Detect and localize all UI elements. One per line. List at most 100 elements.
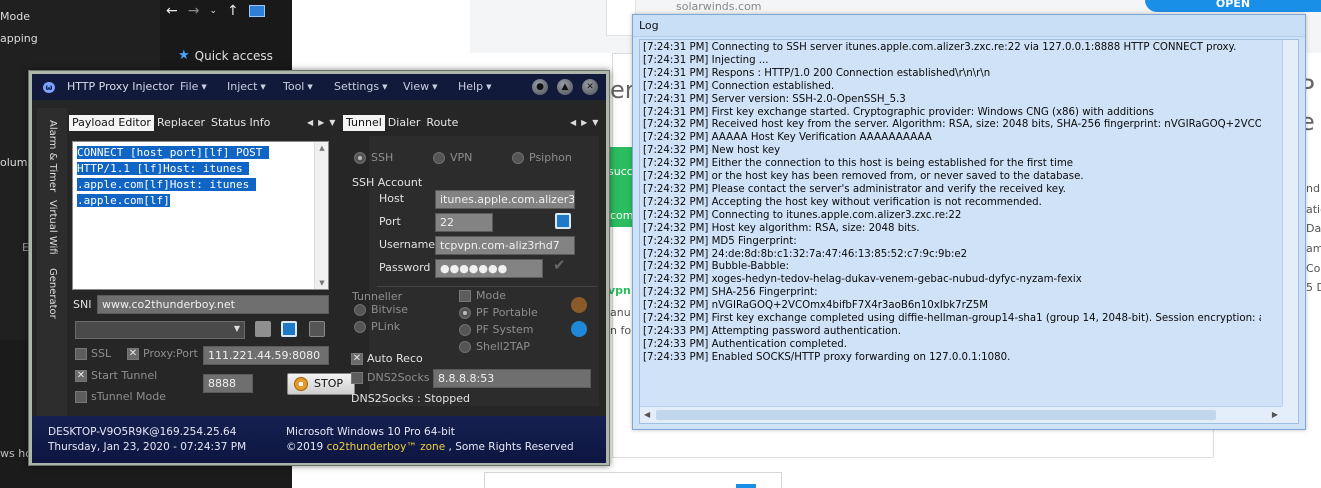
web-text-fragment: Dat — [1306, 222, 1321, 235]
payload-select[interactable]: ▼ — [75, 321, 245, 339]
close-icon[interactable]: ✕ — [582, 79, 598, 95]
sni-input[interactable]: www.co2thunderboy.net — [97, 295, 329, 314]
protocol-ssh-radio[interactable] — [354, 152, 366, 164]
sni-label: SNI — [73, 298, 92, 311]
explorer-toolbar: ← → ⌄ ↑ — [160, 0, 292, 22]
brand-link[interactable]: co2thunderboy™ zone — [327, 441, 446, 453]
scroll-right-icon[interactable]: ▶ — [1272, 410, 1278, 419]
mode-shell2tap-label: Shell2TAP — [476, 340, 530, 353]
forward-arrow-icon[interactable]: → — [188, 3, 200, 19]
scroll-left-icon[interactable]: ◀ — [644, 410, 650, 419]
hat-icon[interactable] — [309, 321, 325, 337]
open-button[interactable]: OPEN — [1145, 0, 1321, 12]
save-icon[interactable] — [555, 213, 571, 229]
tunneller-bitvise-radio[interactable] — [354, 304, 366, 316]
explorer-nav-item[interactable]: apping — [0, 32, 38, 45]
mode-shell2tap-radio[interactable] — [459, 341, 471, 353]
stunnel-mode-label: sTunnel Mode — [91, 390, 166, 403]
mode-pf-system-label: PF System — [476, 323, 534, 336]
up-arrow-icon[interactable]: ↑ — [227, 3, 239, 19]
log-titlebar[interactable]: Log — [633, 15, 1305, 37]
side-tab-generator[interactable]: Generator — [47, 268, 58, 319]
back-arrow-icon[interactable]: ← — [166, 3, 178, 19]
username-input[interactable]: tcpvpn.com-aliz3rhd7 — [435, 236, 575, 255]
menu-settings[interactable]: Settings ▼ — [334, 80, 388, 93]
log-line: [7:24:31 PM] Connecting to SSH server it… — [643, 42, 1237, 53]
payload-editor[interactable]: CONNECT [host_port][lf] POST HTTP/1.1 [l… — [72, 141, 329, 290]
auto-reco-checkbox[interactable]: ✕ — [351, 353, 363, 365]
tunneller-plink-radio[interactable] — [354, 321, 366, 333]
menu-view[interactable]: View ▼ — [403, 80, 438, 93]
protocol-psiphon-radio[interactable] — [512, 152, 524, 164]
proxy-port-input[interactable]: 111.221.44.59:8080 — [203, 346, 329, 365]
log-text-area[interactable]: [7:24:31 PM] Connecting to SSH server it… — [639, 39, 1299, 424]
host-input[interactable]: itunes.apple.com.alizer3.zx — [435, 190, 575, 209]
tunneller-label: Tunneller — [352, 290, 403, 303]
maximize-icon[interactable]: ▲ — [557, 79, 573, 95]
minimize-icon[interactable]: ● — [532, 79, 548, 95]
tab-scroll-arrows-icon[interactable]: ◀▶▼ — [307, 118, 340, 127]
refresh-icon[interactable] — [571, 321, 587, 337]
log-line: [7:24:31 PM] First key exchange started.… — [643, 106, 1154, 118]
log-line: [7:24:31 PM] Respons : HTTP/1.0 200 Conn… — [643, 67, 991, 79]
tab-scroll-arrows-icon[interactable]: ◀▶▼ — [570, 118, 603, 127]
log-horizontal-scrollbar[interactable]: ◀ ▶ — [640, 406, 1282, 423]
side-tab-alarm-timer[interactable]: Alarm & Timer — [47, 120, 58, 192]
port-input[interactable]: 22 — [435, 213, 493, 232]
dns-input[interactable]: 8.8.8.8:53 — [433, 369, 591, 388]
payload-scrollbar[interactable]: ▲ ▼ — [314, 142, 328, 289]
menu-tool[interactable]: Tool ▼ — [283, 80, 313, 93]
shield-icon[interactable] — [571, 297, 587, 313]
injector-titlebar[interactable]: ω HTTP Proxy Injector File ▼ Inject ▼ Tool… — [32, 74, 606, 100]
tab-route[interactable]: Route — [423, 115, 461, 131]
document-icon[interactable] — [255, 321, 271, 337]
web-text-fragment: am — [1306, 242, 1321, 255]
checkmark-icon[interactable]: ✔ — [553, 256, 566, 274]
dropdown-chevron-icon[interactable]: ⌄ — [209, 6, 217, 16]
proxy-port-checkbox[interactable]: ✕ — [127, 348, 139, 360]
web-bottom-icon — [736, 484, 756, 488]
save-icon[interactable] — [281, 321, 297, 337]
log-line: [7:24:32 PM] SHA-256 Fingerprint: — [643, 287, 818, 299]
quick-access-label: Quick access — [194, 48, 273, 63]
menu-inject[interactable]: Inject ▼ — [227, 80, 266, 93]
menu-help[interactable]: Help ▼ — [458, 80, 491, 93]
tab-status-info[interactable]: Status Info — [208, 115, 273, 131]
quick-access-item[interactable]: ★ Quick access — [178, 48, 273, 63]
mode-pf-system-radio[interactable] — [459, 324, 471, 336]
mode-checkbox[interactable] — [459, 290, 471, 302]
web-url-fragment[interactable]: solarwinds.com — [676, 0, 762, 13]
dropdown-arrow-icon: ▼ — [260, 83, 266, 91]
stop-button[interactable]: STOP — [287, 373, 355, 395]
protocol-vpn-radio[interactable] — [433, 152, 445, 164]
tab-payload-editor[interactable]: Payload Editor — [69, 115, 154, 131]
start-tunnel-label: Start Tunnel — [91, 369, 158, 382]
password-input[interactable]: ●●●●●●● — [435, 259, 543, 278]
ssl-checkbox[interactable] — [75, 348, 87, 360]
web-text-fragment: com — [610, 209, 634, 222]
log-line: [7:24:32 PM] Bubble-Babble: — [643, 261, 790, 273]
tab-dialer[interactable]: Dialer — [385, 115, 424, 131]
local-port-input[interactable]: 8888 — [203, 374, 253, 393]
scroll-thumb[interactable] — [656, 410, 1216, 420]
stunnel-mode-checkbox[interactable] — [75, 391, 87, 403]
tab-replacer[interactable]: Replacer — [154, 115, 208, 131]
injector-footer: DESKTOP-V9O5R9K@169.254.25.64 Thursday, … — [32, 416, 606, 463]
tab-tunnel[interactable]: Tunnel — [343, 115, 385, 131]
explorer-nav-item[interactable]: Mode — [0, 10, 30, 23]
payload-text[interactable]: CONNECT [host_port][lf] POST HTTP/1.1 [l… — [77, 145, 311, 209]
dropdown-arrow-icon: ▼ — [201, 83, 207, 91]
start-tunnel-checkbox[interactable]: ✕ — [75, 370, 87, 382]
password-label: Password — [379, 261, 431, 274]
log-vertical-scrollbar[interactable] — [1282, 40, 1298, 406]
menu-file[interactable]: File ▼ — [180, 80, 207, 93]
side-tab-virtual-wifi[interactable]: Virtual Wifi — [47, 200, 58, 255]
copyright-info: ©2019 co2thunderboy™ zone , Some Rights … — [286, 441, 574, 453]
host-label: Host — [379, 192, 405, 205]
stop-icon — [294, 377, 308, 391]
log-line: [7:24:31 PM] Connection established. — [643, 80, 835, 92]
mode-pf-portable-radio[interactable] — [459, 307, 471, 319]
dns2socks-checkbox[interactable] — [351, 372, 363, 384]
left-tab-strip: Payload Editor Replacer Status Info — [69, 115, 273, 131]
mode-pf-portable-label: PF Portable — [476, 306, 538, 319]
